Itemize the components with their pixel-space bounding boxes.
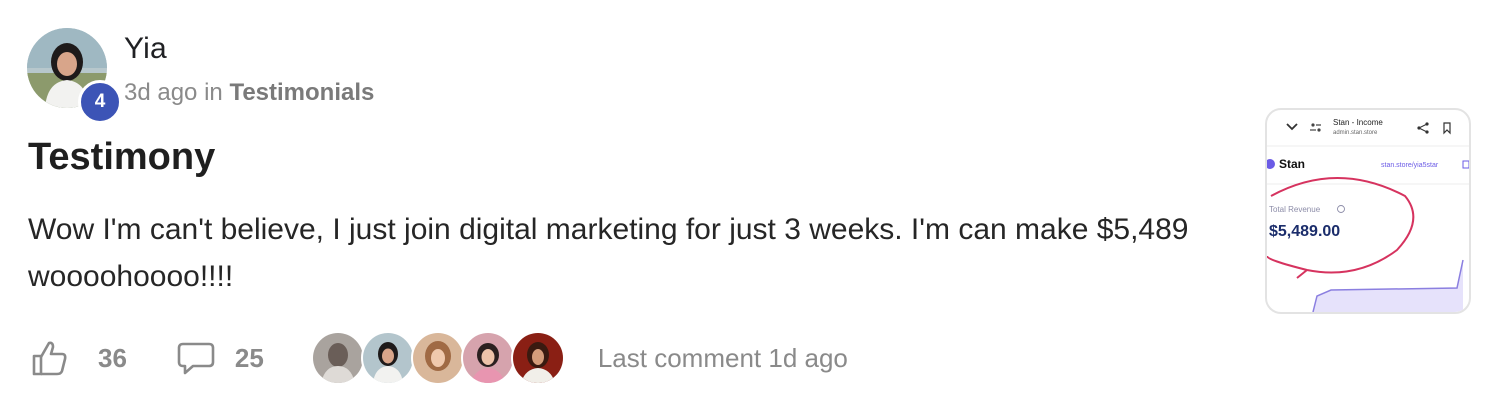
comment-bubble-icon[interactable] <box>177 341 215 375</box>
info-icon <box>1337 205 1345 213</box>
tab-title: Stan - Income <box>1333 118 1383 127</box>
commenter-avatar[interactable] <box>310 331 365 385</box>
site-settings-icon <box>1310 123 1321 132</box>
revenue-label: Total Revenue <box>1269 205 1321 214</box>
post-footer: 36 25 Last comment 1d ago <box>28 330 848 386</box>
share-icon <box>1417 122 1429 134</box>
level-badge: 4 <box>78 80 122 124</box>
commenter-avatar[interactable] <box>410 331 465 385</box>
stan-logo-icon <box>1267 159 1275 169</box>
author-name[interactable]: Yia <box>124 32 167 66</box>
tab-url: admin.stan.store <box>1333 130 1378 136</box>
post-meta: 3d ago in Testimonials <box>124 79 374 107</box>
stan-brand: Stan <box>1279 157 1305 171</box>
revenue-value: $5,489.00 <box>1269 223 1340 240</box>
commenter-avatar[interactable] <box>460 331 515 385</box>
like-count: 36 <box>98 342 127 373</box>
commenter-avatar[interactable] <box>510 331 565 385</box>
comment-count: 25 <box>234 342 264 373</box>
chevron-down-icon <box>1286 123 1298 131</box>
commenter-avatars[interactable] <box>310 331 565 385</box>
post-body: Wow I'm can't believe, I just join digit… <box>28 213 1189 293</box>
post-thumbnail[interactable]: Stan - Income admin.stan.store Stan stan… <box>1265 108 1471 314</box>
bookmark-icon <box>1443 122 1451 135</box>
copy-icon <box>1462 160 1469 169</box>
post-time: 3d ago <box>124 79 198 106</box>
in-label: in <box>204 79 223 106</box>
commenter-avatar[interactable] <box>360 331 415 385</box>
revenue-chart-area <box>1313 260 1463 312</box>
category-link[interactable]: Testimonials <box>229 79 374 106</box>
last-comment-time[interactable]: Last comment 1d ago <box>598 343 848 374</box>
thumbs-up-icon[interactable] <box>30 339 68 377</box>
store-link: stan.store/yia5star <box>1381 162 1439 169</box>
author-avatar[interactable]: 4 <box>27 28 122 124</box>
post-title[interactable]: Testimony <box>28 136 215 179</box>
